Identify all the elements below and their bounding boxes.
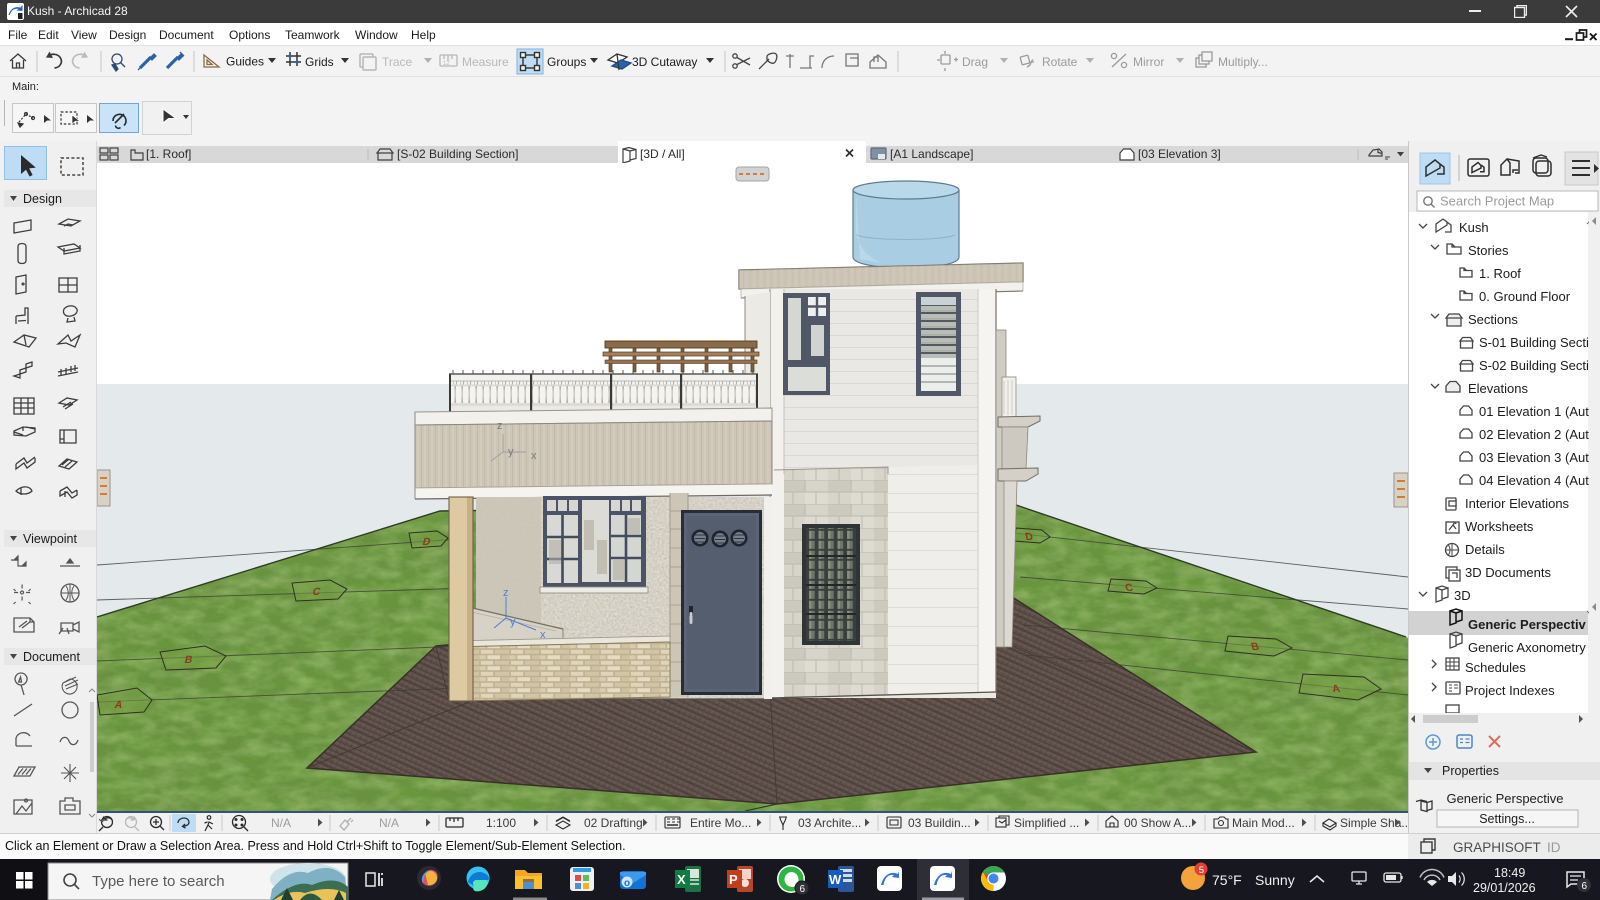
svg-text:02 Drafting: 02 Drafting — [584, 816, 643, 830]
svg-text:Stories: Stories — [1468, 243, 1509, 258]
svg-text:X: X — [677, 872, 686, 887]
svg-text:x: x — [540, 629, 546, 641]
svg-text:1:100: 1:100 — [486, 816, 516, 830]
svg-text:Grids: Grids — [305, 55, 334, 69]
svg-text:Document: Document — [23, 650, 80, 664]
svg-text:[A1 Landscape]: [A1 Landscape] — [890, 147, 973, 161]
svg-text:3D Documents: 3D Documents — [1465, 565, 1551, 580]
svg-text:1. Roof: 1. Roof — [1479, 266, 1521, 281]
svg-text:Main Mod...: Main Mod... — [1232, 816, 1295, 830]
svg-text:[03 Elevation 3]: [03 Elevation 3] — [1138, 147, 1221, 161]
svg-text:y: y — [510, 616, 516, 628]
svg-text:5: 5 — [1199, 865, 1204, 876]
svg-text:Generic Axonometry: Generic Axonometry — [1468, 640, 1586, 655]
svg-text:Entire Mo...: Entire Mo... — [690, 816, 751, 830]
svg-text:6: 6 — [800, 884, 806, 895]
svg-text:GRAPHISOFT: GRAPHISOFT — [1453, 840, 1541, 855]
svg-text:z: z — [503, 587, 509, 599]
svg-text:Worksheets: Worksheets — [1465, 519, 1534, 534]
svg-text:N/A: N/A — [271, 816, 291, 830]
svg-text:12: 12 — [443, 61, 450, 67]
svg-text:Type here to search: Type here to search — [92, 873, 225, 890]
svg-text:Interior Elevations: Interior Elevations — [1465, 496, 1570, 511]
svg-text:Details: Details — [1465, 542, 1505, 557]
svg-text:Trace: Trace — [382, 55, 413, 69]
svg-text:Simplified ...: Simplified ... — [1014, 816, 1079, 830]
svg-text:W: W — [829, 872, 842, 887]
svg-text:04 Elevation 4 (Autc: 04 Elevation 4 (Autc — [1479, 473, 1596, 488]
svg-text:Design: Design — [23, 192, 62, 206]
svg-text:S-02 Building Sectio: S-02 Building Sectio — [1479, 358, 1596, 373]
svg-text:6: 6 — [1582, 881, 1588, 892]
svg-text:03 Archite...: 03 Archite... — [798, 816, 861, 830]
svg-text:3D: 3D — [1454, 588, 1471, 603]
svg-text:[3D / All]: [3D / All] — [640, 147, 685, 161]
svg-text:o: o — [624, 878, 630, 889]
svg-text:3D Cutaway: 3D Cutaway — [632, 55, 697, 69]
svg-text:Search Project Map: Search Project Map — [1440, 194, 1554, 209]
svg-text:Mirror: Mirror — [1133, 55, 1164, 69]
svg-text:Groups: Groups — [547, 55, 586, 69]
svg-text:Properties: Properties — [1442, 764, 1499, 778]
svg-text:03 Buildin...: 03 Buildin... — [908, 816, 971, 830]
svg-text:75°F: 75°F — [1212, 872, 1242, 888]
svg-text:Generic Perspectiv: Generic Perspectiv — [1468, 617, 1587, 632]
svg-text:Kush: Kush — [1459, 220, 1489, 235]
svg-text:Drag: Drag — [962, 55, 988, 69]
svg-text:Elevations: Elevations — [1468, 381, 1528, 396]
svg-text:Multiply...: Multiply... — [1218, 55, 1268, 69]
svg-text:S-01 Building Sectio: S-01 Building Sectio — [1479, 335, 1596, 350]
svg-text:P: P — [729, 872, 738, 887]
svg-text:Sunny: Sunny — [1255, 872, 1295, 888]
svg-text:Rotate: Rotate — [1042, 55, 1078, 69]
svg-text:Viewpoint: Viewpoint — [23, 532, 78, 546]
svg-text:03 Elevation 3 (Autc: 03 Elevation 3 (Autc — [1479, 450, 1596, 465]
svg-text:N/A: N/A — [379, 816, 399, 830]
svg-text:ID: ID — [1547, 840, 1561, 855]
svg-text:Guides: Guides — [226, 55, 264, 69]
svg-text:z: z — [497, 420, 503, 432]
svg-text:Generic Perspective: Generic Perspective — [1446, 791, 1563, 806]
svg-text:[1. Roof]: [1. Roof] — [146, 147, 191, 161]
svg-text:18:49: 18:49 — [1494, 866, 1525, 880]
svg-text:Schedules: Schedules — [1465, 660, 1526, 675]
svg-text:Sections: Sections — [1468, 312, 1518, 327]
svg-text:00 Show A...: 00 Show A... — [1124, 816, 1191, 830]
svg-text:Project Indexes: Project Indexes — [1465, 683, 1555, 698]
svg-text:0. Ground Floor: 0. Ground Floor — [1479, 289, 1571, 304]
svg-text:[S-02 Building Section]: [S-02 Building Section] — [397, 147, 518, 161]
svg-text:Settings...: Settings... — [1479, 812, 1535, 826]
svg-text:02 Elevation 2 (Autc: 02 Elevation 2 (Autc — [1479, 427, 1596, 442]
svg-text:x: x — [531, 450, 537, 462]
svg-text:y: y — [508, 446, 514, 458]
svg-text:29/01/2026: 29/01/2026 — [1473, 881, 1536, 895]
svg-text:Measure: Measure — [462, 55, 509, 69]
svg-text:01 Elevation 1 (Autc: 01 Elevation 1 (Autc — [1479, 404, 1596, 419]
